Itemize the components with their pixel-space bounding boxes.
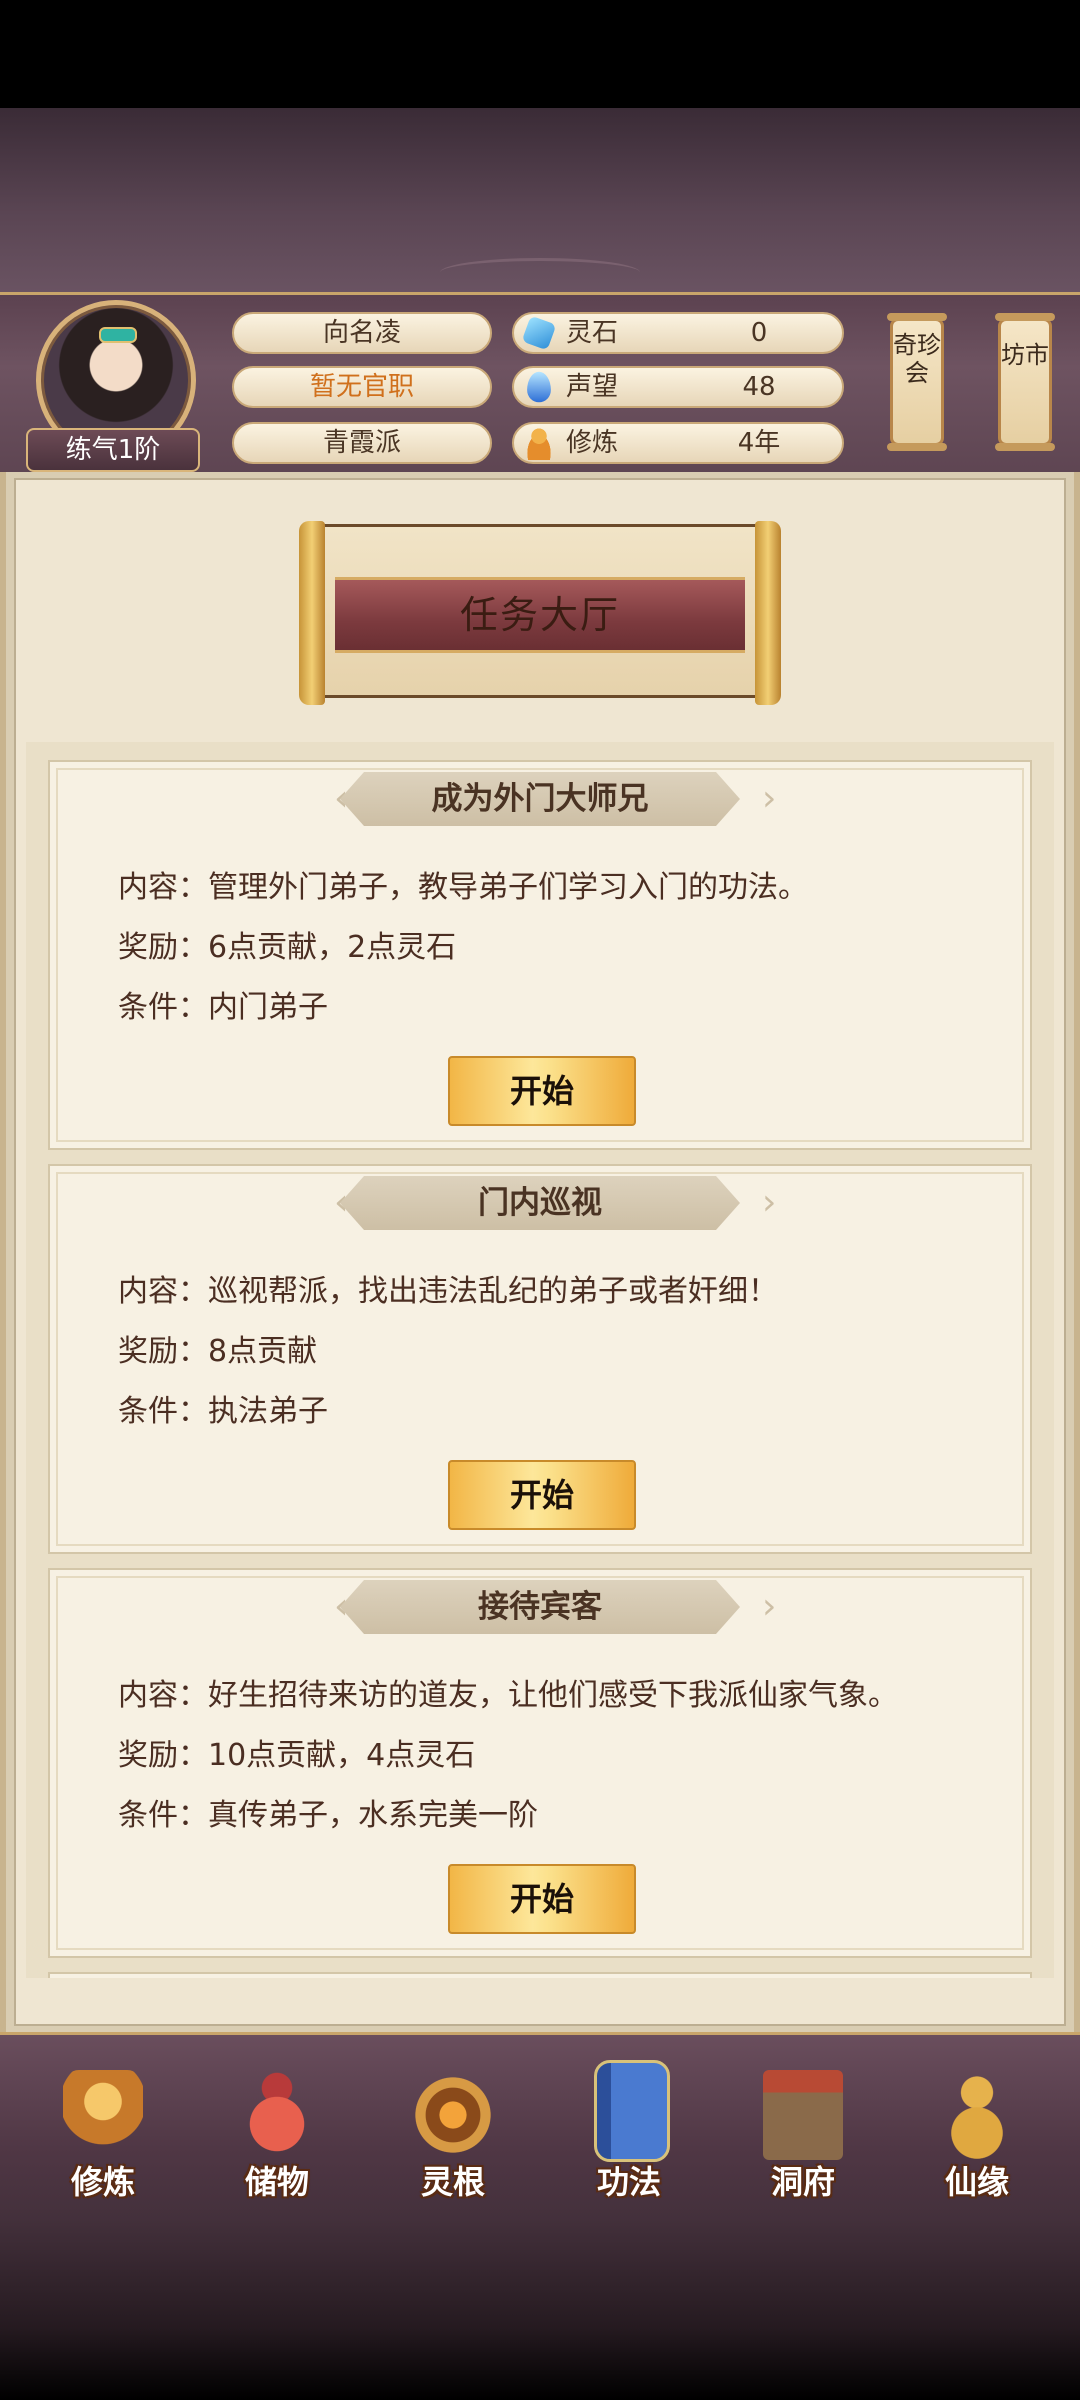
nav-label: 仙缘 xyxy=(944,2163,1009,2201)
player-name: 向名凌 xyxy=(232,312,492,354)
meditation-icon xyxy=(522,426,556,460)
resource-value: 48 xyxy=(742,372,776,402)
resource-cultivation: 修炼 4年 xyxy=(512,422,844,464)
quest-reward: 奖励：6点贡献，2点灵石 xyxy=(118,930,457,965)
resource-value: 4年 xyxy=(737,428,781,458)
cultivation-rank: 练气1阶 xyxy=(26,428,200,472)
quest-condition: 条件：真传弟子，水系完美一阶 xyxy=(118,1798,538,1833)
player-avatar-block[interactable]: 练气1阶 xyxy=(26,300,200,472)
chevron-right-icon: › xyxy=(762,778,777,819)
start-quest-button[interactable]: 开始 xyxy=(448,1864,636,1934)
quest-card: ‹ 接待宾客 › 内容：好生招待来访的道友，让他们感受下我派仙家气象。 奖励：1… xyxy=(48,1568,1032,1958)
nav-label: 功法 xyxy=(596,2163,661,2201)
storage-bag-icon xyxy=(237,2070,317,2160)
nav-cave[interactable]: 洞府 xyxy=(728,2060,878,2210)
prestige-drop-icon xyxy=(527,371,551,403)
bottom-backdrop xyxy=(0,2220,1080,2400)
title-banner: 任务大厅 xyxy=(299,521,781,705)
chevron-right-icon: › xyxy=(762,1586,777,1627)
quest-name: 门内巡视 xyxy=(340,1176,740,1230)
quest-card: ‹ 成为外门大师兄 › 内容：管理外门弟子，教导弟子们学习入门的功法。 奖励：6… xyxy=(48,760,1032,1150)
technique-book-icon xyxy=(594,2060,670,2162)
page-title: 任务大厅 xyxy=(459,593,620,637)
cultivate-icon xyxy=(63,2070,143,2160)
quest-content: 内容：管理外门弟子，教导弟子们学习入门的功法。 xyxy=(118,870,808,905)
nav-label: 修炼 xyxy=(70,2163,135,2201)
nav-label: 储物 xyxy=(244,2163,309,2201)
chevron-right-icon: › xyxy=(762,1182,777,1223)
banner-scroll-right xyxy=(755,521,781,705)
nav-technique[interactable]: 功法 xyxy=(554,2060,704,2210)
resource-spirit-stone: 灵石 0 xyxy=(512,312,844,354)
start-quest-button[interactable]: 开始 xyxy=(448,1056,636,1126)
treasure-fair-button[interactable]: 奇珍会 xyxy=(887,313,947,451)
quest-reward: 奖励：8点贡献 xyxy=(118,1334,318,1369)
quest-condition: 条件：内门弟子 xyxy=(118,990,328,1025)
fate-gourd-icon xyxy=(937,2070,1017,2160)
nav-fate[interactable]: 仙缘 xyxy=(902,2060,1052,2210)
resource-prestige: 声望 48 xyxy=(512,366,844,408)
market-button[interactable]: 坊市 xyxy=(995,313,1055,451)
cloud-ornament xyxy=(440,258,640,287)
start-quest-button[interactable]: 开始 xyxy=(448,1460,636,1530)
spirit-stone-icon xyxy=(521,315,557,351)
nav-storage[interactable]: 储物 xyxy=(202,2060,352,2210)
quest-condition: 条件：执法弟子 xyxy=(118,1394,328,1429)
quest-reward: 奖励：10点贡献，4点灵石 xyxy=(118,1738,476,1773)
nav-spirit-root[interactable]: 灵根 xyxy=(378,2060,528,2210)
nav-label: 灵根 xyxy=(420,2163,485,2201)
quest-card-partial xyxy=(48,1972,1032,1978)
resource-label: 声望 xyxy=(566,372,619,402)
sect-name: 青霞派 xyxy=(232,422,492,464)
spirit-root-icon xyxy=(413,2070,493,2160)
resource-label: 修炼 xyxy=(566,428,619,458)
quest-list[interactable]: ‹ 成为外门大师兄 › 内容：管理外门弟子，教导弟子们学习入门的功法。 奖励：6… xyxy=(26,742,1054,1978)
quest-name: 成为外门大师兄 xyxy=(340,772,740,826)
top-backdrop xyxy=(0,108,1080,298)
resource-value: 0 xyxy=(750,318,768,348)
nav-cultivate[interactable]: 修炼 xyxy=(28,2060,178,2210)
official-title: 暂无官职 xyxy=(232,366,492,408)
quest-card: ‹ 门内巡视 › 内容：巡视帮派，找出违法乱纪的弟子或者奸细！ 奖励：8点贡献 … xyxy=(48,1164,1032,1554)
quest-name: 接待宾客 xyxy=(340,1580,740,1634)
hair-crown-icon xyxy=(99,327,137,343)
nav-label: 洞府 xyxy=(770,2163,835,2201)
cave-residence-icon xyxy=(763,2070,843,2160)
quest-content: 内容：巡视帮派，找出违法乱纪的弟子或者奸细！ xyxy=(118,1274,778,1309)
resource-label: 灵石 xyxy=(566,318,619,348)
quest-content: 内容：好生招待来访的道友，让他们感受下我派仙家气象。 xyxy=(118,1678,898,1713)
